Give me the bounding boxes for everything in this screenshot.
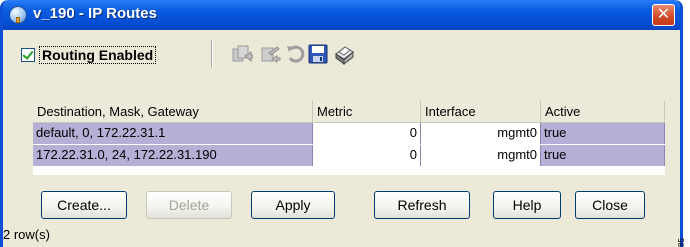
table-row[interactable]: default, 0, 172.22.31.1 0 mgmt0 true (33, 123, 665, 144)
column-header-interface[interactable]: Interface (421, 101, 541, 123)
ip-routes-window: v_190 - IP Routes ✕ Routing Enabled Dest… (0, 0, 683, 247)
toolbar-separator (211, 40, 213, 68)
create-button[interactable]: Create... (41, 191, 127, 219)
cell-destination: 172.22.31.0, 24, 172.22.31.190 (33, 145, 313, 166)
cell-metric: 0 (313, 145, 421, 166)
delete-button: Delete (146, 191, 232, 219)
row-count-status: 2 row(s) (3, 227, 50, 242)
cell-active: true (541, 145, 665, 166)
cell-interface: mgmt0 (421, 123, 541, 144)
cell-metric: 0 (313, 123, 421, 144)
checkmark-icon[interactable] (21, 48, 35, 62)
column-header-active[interactable]: Active (541, 101, 665, 123)
button-bar: Create... Delete Apply Refresh Help Clos… (41, 191, 645, 219)
toolbar: Routing Enabled (15, 38, 675, 72)
close-button[interactable]: Close (575, 191, 645, 219)
cell-active: true (541, 123, 665, 144)
table-row[interactable]: 172.22.31.0, 24, 172.22.31.190 0 mgmt0 t… (33, 145, 665, 166)
edit-route-icon[interactable] (259, 43, 281, 65)
save-icon[interactable] (307, 43, 329, 65)
routing-enabled-label: Routing Enabled (39, 46, 157, 64)
add-route-icon[interactable] (231, 43, 253, 65)
window-title: v_190 - IP Routes (33, 5, 157, 22)
column-header-destination[interactable]: Destination, Mask, Gateway (33, 101, 313, 123)
undo-icon[interactable] (285, 43, 307, 65)
table-header: Destination, Mask, Gateway Metric Interf… (33, 101, 665, 123)
title-bar[interactable]: v_190 - IP Routes ✕ (3, 0, 680, 30)
apply-button[interactable]: Apply (251, 191, 335, 219)
refresh-button[interactable]: Refresh (374, 191, 470, 219)
figure-code: 85 (677, 238, 686, 247)
close-window-button[interactable]: ✕ (652, 4, 675, 26)
help-button[interactable]: Help (493, 191, 561, 219)
cell-interface: mgmt0 (421, 145, 541, 166)
app-icon (9, 6, 27, 24)
column-header-metric[interactable]: Metric (313, 101, 421, 123)
print-icon[interactable] (333, 43, 355, 65)
routing-enabled-checkbox[interactable]: Routing Enabled (21, 42, 157, 68)
cell-destination: default, 0, 172.22.31.1 (33, 123, 313, 144)
routes-table: Destination, Mask, Gateway Metric Interf… (33, 101, 665, 175)
